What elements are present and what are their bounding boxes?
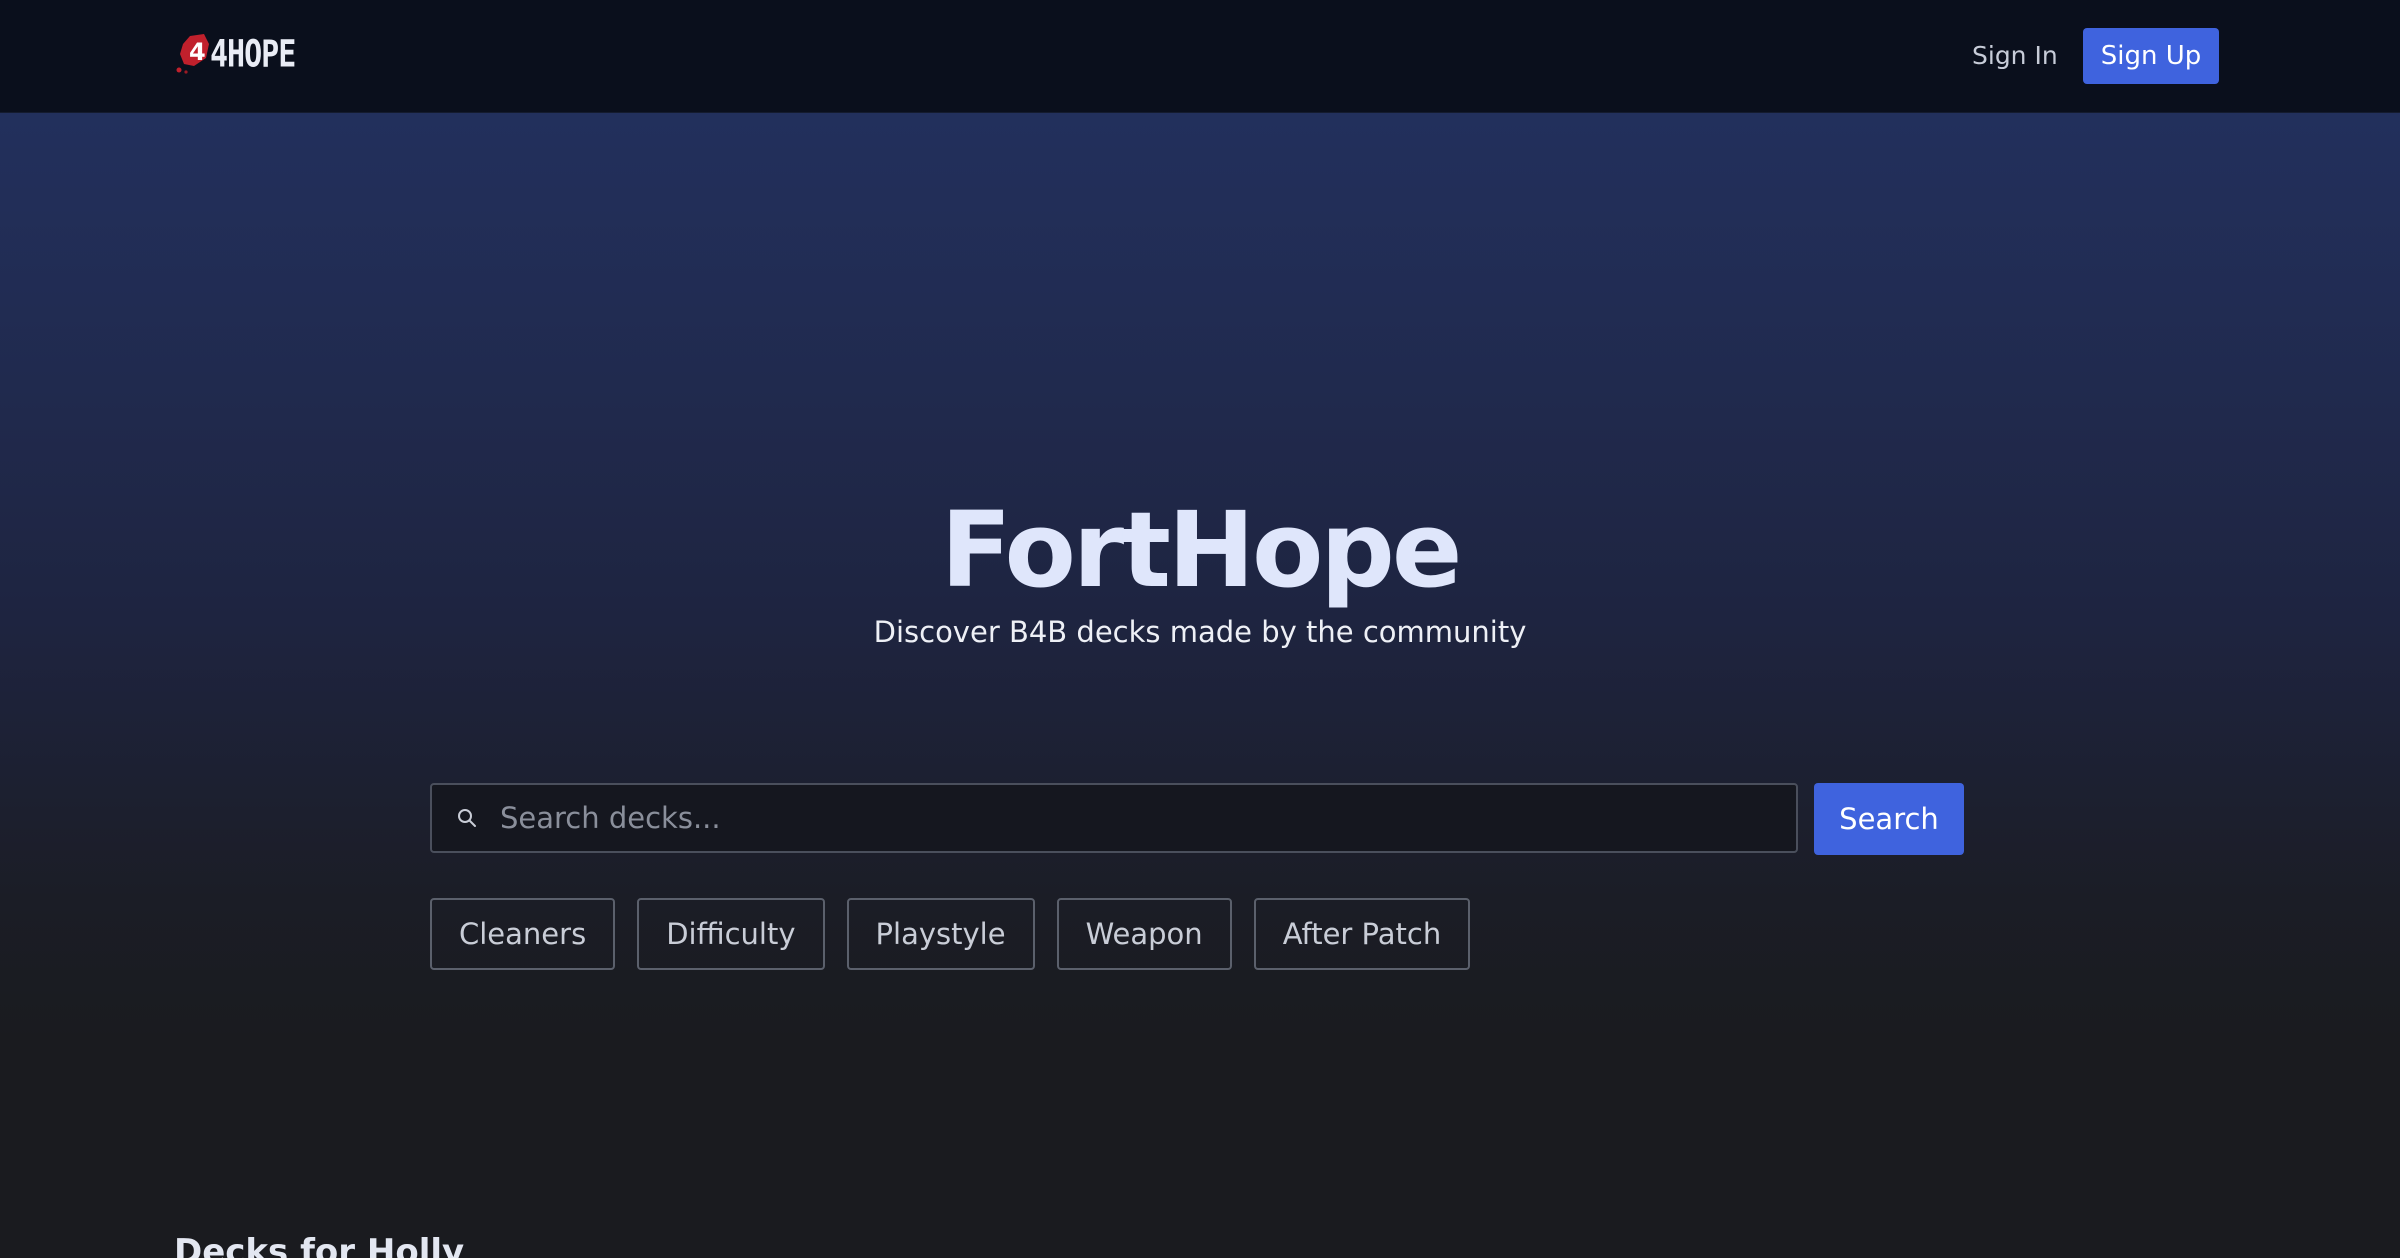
sign-in-link[interactable]: Sign In: [1960, 28, 2070, 84]
hero-title: FortHope: [940, 489, 1463, 611]
page: 4 4HOPE Sign In Sign Up FortHope Discove…: [0, 0, 2400, 1258]
search-icon: [452, 803, 482, 833]
filter-difficulty[interactable]: Difficulty: [637, 898, 825, 970]
filter-chips: Cleaners Difficulty Playstyle Weapon Aft…: [430, 898, 1471, 970]
section-heading: Decks for Holly: [174, 1232, 465, 1258]
search-box: [430, 783, 1798, 853]
filter-cleaners[interactable]: Cleaners: [430, 898, 616, 970]
search-input[interactable]: [498, 787, 1796, 849]
site-logo[interactable]: 4 4HOPE: [176, 32, 296, 76]
svg-text:4: 4: [189, 38, 206, 66]
top-navbar: 4 4HOPE Sign In Sign Up: [0, 0, 2400, 113]
search-button[interactable]: Search: [1814, 783, 1964, 855]
filter-weapon[interactable]: Weapon: [1056, 898, 1232, 970]
hero-subtitle: Discover B4B decks made by the community: [873, 615, 1527, 649]
sign-up-button[interactable]: Sign Up: [2083, 28, 2219, 84]
filter-after-patch[interactable]: After Patch: [1253, 898, 1471, 970]
logo-text: 4HOPE: [210, 32, 296, 76]
logo-mark-icon: 4: [176, 32, 214, 76]
filter-playstyle[interactable]: Playstyle: [846, 898, 1035, 970]
